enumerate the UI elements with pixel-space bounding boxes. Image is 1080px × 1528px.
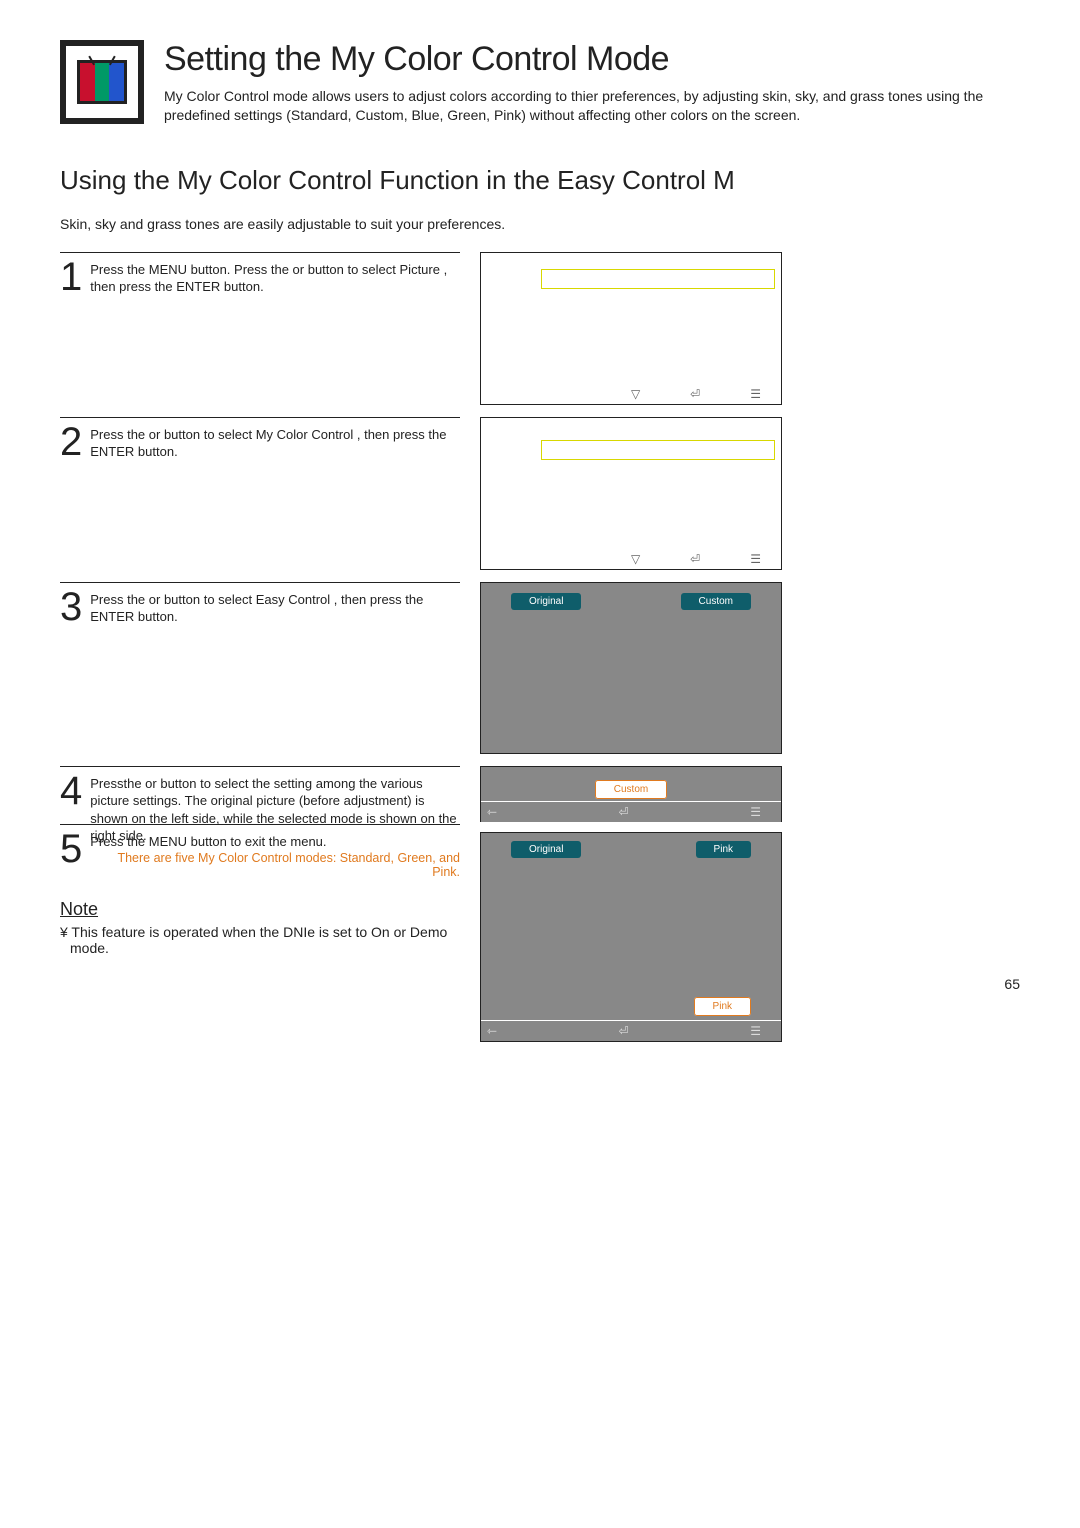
enter-icon: ⏎ — [690, 552, 700, 566]
tv-icon — [60, 40, 144, 124]
section-intro: Skin, sky and grass tones are easily adj… — [60, 216, 1020, 232]
step-text: Press the or button to select My Color C… — [90, 422, 460, 462]
step-row: 5 Press the MENU button to exit the menu… — [60, 824, 460, 869]
preview-panel-top: Custom ⇽ ⏎ ☰ — [480, 766, 782, 822]
preview-panel: Original Custom — [480, 582, 782, 754]
step-row: 2 Press the or button to select My Color… — [60, 417, 1020, 570]
preview-label-pink-outline: Pink — [694, 997, 751, 1016]
enter-icon: ⏎ — [619, 805, 629, 819]
nav-down-icon: ▽ — [631, 552, 640, 566]
nav-down-icon: ▽ — [631, 387, 640, 401]
step-number: 5 — [60, 829, 82, 869]
preview-label-pink: Pink — [696, 841, 751, 858]
note-heading: Note — [60, 899, 460, 920]
step-text: Press the or button to select Easy Contr… — [90, 587, 460, 627]
step-text: Press the MENU button. Press the or butt… — [90, 257, 460, 297]
enter-icon: ⏎ — [690, 387, 700, 401]
preview-label-custom: Custom — [681, 593, 751, 610]
preview-panel: ▽ ⏎ ☰ — [480, 417, 782, 570]
preview-label-original: Original — [511, 841, 581, 858]
preview-label-custom: Custom — [595, 780, 667, 799]
step-number: 1 — [60, 257, 82, 297]
step-number: 2 — [60, 422, 82, 462]
page-description: My Color Control mode allows users to ad… — [164, 87, 1020, 125]
page-header: Setting the My Color Control Mode My Col… — [60, 40, 1020, 125]
menu-highlight — [541, 440, 775, 460]
enter-icon: ⏎ — [619, 1024, 629, 1038]
nav-left-right-icon: ⇽ — [487, 805, 497, 819]
menu-icon: ☰ — [750, 387, 761, 401]
preview-panel-bottom: Original Pink Pink ⇽ ⏎ ☰ — [480, 832, 782, 1042]
menu-highlight — [541, 269, 775, 289]
nav-left-right-icon: ⇽ — [487, 1024, 497, 1038]
step-row: 1 Press the MENU button. Press the or bu… — [60, 252, 1020, 405]
menu-icon: ☰ — [750, 805, 761, 819]
step-number: 3 — [60, 587, 82, 627]
menu-icon: ☰ — [750, 552, 761, 566]
step-text: Press the MENU button to exit the menu. — [90, 829, 326, 869]
preview-panel: ▽ ⏎ ☰ — [480, 252, 782, 405]
step-row: 3 Press the or button to select Easy Con… — [60, 582, 1020, 754]
page-title: Setting the My Color Control Mode — [164, 40, 1020, 79]
section-title: Using the My Color Control Function in t… — [60, 165, 1020, 196]
note-body: ¥ This feature is operated when the DNIe… — [60, 924, 460, 956]
preview-label-original: Original — [511, 593, 581, 610]
menu-icon: ☰ — [750, 1024, 761, 1038]
